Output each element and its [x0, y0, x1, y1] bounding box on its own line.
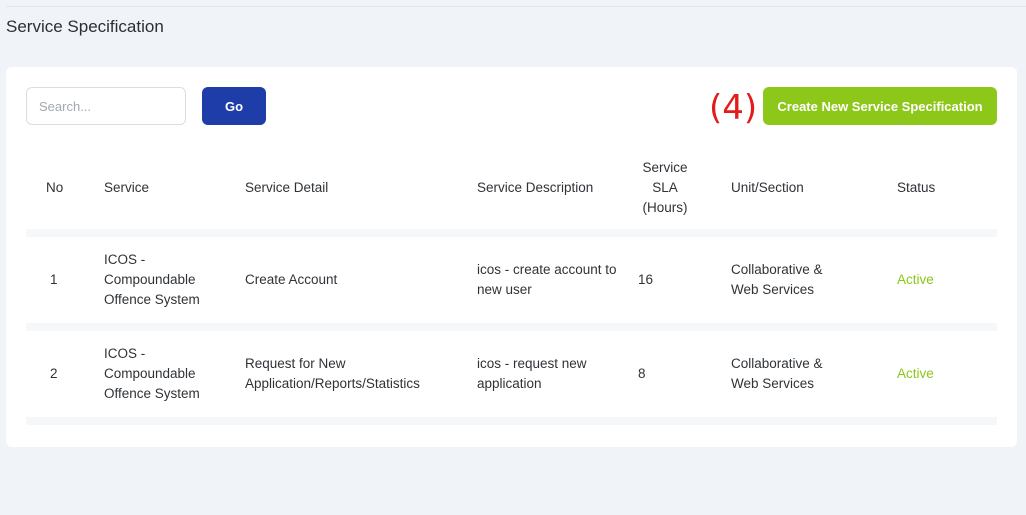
service-specification-table: No Service Service Detail Service Descri… [26, 143, 997, 515]
table-row-partial [26, 417, 997, 515]
create-service-specification-button[interactable]: Create New Service Specification [763, 87, 997, 125]
cell-service-description: icos - request new application [477, 356, 587, 391]
status-badge: Active [897, 366, 934, 381]
header-no: No [46, 180, 64, 195]
cell-service-sla: 8 [638, 366, 646, 381]
top-divider [6, 6, 1026, 7]
cell-unit-section: Collaborative & Web Services [731, 356, 823, 391]
search-input[interactable] [26, 87, 186, 125]
header-service: Service [104, 180, 150, 195]
header-unit-section: Unit/Section [731, 180, 804, 195]
status-badge: Active [897, 272, 934, 287]
cell-service-description: icos - create account to new user [477, 262, 617, 297]
header-status: Status [897, 180, 936, 195]
go-button[interactable]: Go [202, 87, 266, 125]
table-header-row: No Service Service Detail Service Descri… [26, 143, 997, 233]
header-service-sla: Service SLA (Hours) [642, 160, 688, 215]
cell-service: ICOS - Compoundable Offence System [104, 346, 200, 401]
annotation-label: (4) [709, 88, 758, 128]
cell-service: ICOS - Compoundable Offence System [104, 252, 200, 307]
cell-service-detail: Request for New Application/Reports/Stat… [245, 356, 420, 391]
table-row[interactable]: 1 ICOS - Compoundable Offence System Cre… [26, 229, 997, 327]
header-service-detail: Service Detail [245, 180, 329, 195]
cell-unit-section: Collaborative & Web Services [731, 262, 823, 297]
cell-service-sla: 16 [638, 272, 654, 287]
header-service-description: Service Description [477, 180, 594, 195]
table-row[interactable]: 2 ICOS - Compoundable Offence System Req… [26, 323, 997, 421]
content-card: Go (4) Create New Service Specification … [6, 67, 1017, 447]
cell-no: 1 [50, 272, 58, 287]
page-title: Service Specification [6, 17, 164, 36]
cell-no: 2 [50, 366, 58, 381]
cell-service-detail: Create Account [245, 272, 338, 287]
